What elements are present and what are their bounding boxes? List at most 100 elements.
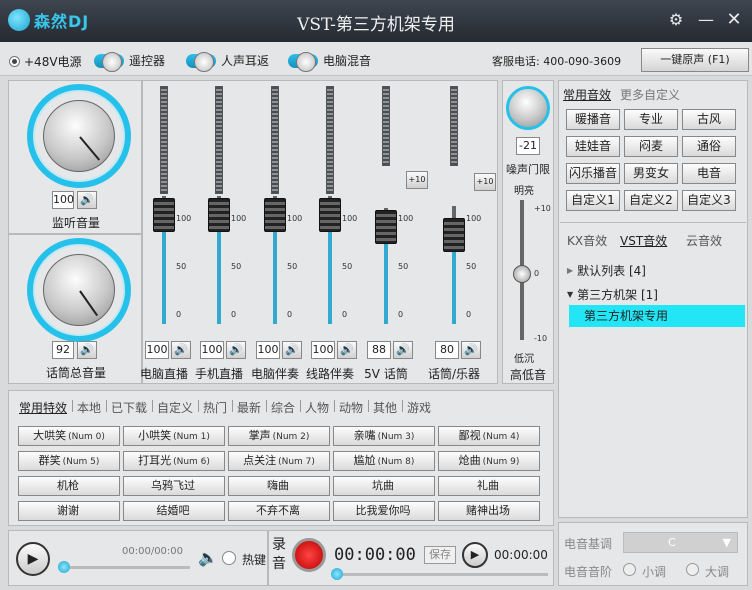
fader-handle[interactable] — [264, 198, 286, 232]
speaker-icon[interactable]: 🔊 — [282, 341, 302, 359]
remote-toggle[interactable]: 遥控器 — [94, 51, 165, 72]
fader-handle[interactable] — [443, 218, 465, 252]
effect-preset-button[interactable]: 自定义2 — [624, 190, 678, 211]
mic-master-knob[interactable] — [27, 238, 131, 342]
save-button[interactable]: 保存 — [424, 546, 456, 564]
sfx-tab[interactable]: 游戏 — [407, 399, 431, 416]
sound-effect-button[interactable]: 结婚吧 — [123, 501, 225, 521]
pc-mix-toggle[interactable]: 电脑混音 — [288, 51, 371, 72]
playback-icon[interactable]: ▶ — [462, 542, 488, 568]
record-progress-handle[interactable] — [331, 568, 343, 580]
tree-item-thirdparty[interactable]: ▼ 第三方机架 [1] — [567, 286, 658, 303]
restore-button[interactable]: 一键原声 (F1) — [641, 48, 749, 72]
sound-effect-button[interactable]: 礼曲 — [438, 476, 540, 496]
fader-handle[interactable] — [319, 198, 341, 232]
effect-preset-button[interactable]: 男变女 — [624, 163, 678, 184]
tab-vst[interactable]: VST音效 — [620, 232, 667, 249]
player-progress[interactable] — [60, 566, 190, 569]
sound-effect-button[interactable]: 群笑 (Num 5) — [18, 451, 120, 471]
channel-value[interactable]: 100 — [256, 341, 280, 359]
fader-handle[interactable] — [153, 198, 175, 232]
tree-item-selected[interactable]: 第三方机架专用 — [569, 305, 745, 327]
sound-effect-button[interactable]: 比我爱你吗 — [333, 501, 435, 521]
fader-handle[interactable] — [208, 198, 230, 232]
monitor-return-toggle[interactable]: 人声耳返 — [186, 51, 269, 72]
sfx-tab[interactable]: 热门 — [203, 399, 227, 416]
eq-handle[interactable] — [513, 265, 531, 283]
sfx-tab[interactable]: 已下载 — [111, 399, 147, 416]
key-base-select[interactable]: C ▼ — [623, 532, 738, 553]
effect-preset-button[interactable]: 暖播音 — [566, 109, 620, 130]
sound-effect-button[interactable]: 谢谢 — [18, 501, 120, 521]
gear-icon[interactable]: ⚙ — [666, 10, 686, 30]
sound-effect-button[interactable]: 亲嘴 (Num 3) — [333, 426, 435, 446]
effect-preset-button[interactable]: 通俗 — [682, 136, 736, 157]
sound-effect-button[interactable]: 鄙视 (Num 4) — [438, 426, 540, 446]
sound-effect-button[interactable]: 大哄笑 (Num 0) — [18, 426, 120, 446]
tree-item-default[interactable]: ▶ 默认列表 [4] — [567, 262, 646, 279]
speaker-icon[interactable]: 🔊 — [77, 191, 97, 209]
speaker-icon[interactable]: 🔊 — [77, 341, 97, 359]
sound-effect-button[interactable]: 坑曲 — [333, 476, 435, 496]
sound-effect-button[interactable]: 打耳光 (Num 6) — [123, 451, 225, 471]
sound-effect-button[interactable]: 机枪 — [18, 476, 120, 496]
progress-handle[interactable] — [58, 561, 70, 573]
speaker-icon[interactable]: 🔊 — [337, 341, 357, 359]
channel-value[interactable]: 80 — [435, 341, 459, 359]
effect-preset-button[interactable]: 自定义3 — [682, 190, 736, 211]
sfx-tab[interactable]: 自定义 — [157, 399, 193, 416]
sound-effect-button[interactable]: 小哄笑 (Num 1) — [123, 426, 225, 446]
close-icon[interactable]: ✕ — [724, 10, 744, 30]
monitor-knob[interactable] — [27, 84, 131, 188]
tab-cloud[interactable]: 云音效 — [686, 232, 722, 249]
effect-preset-button[interactable]: 娃娃音 — [566, 136, 620, 157]
record-progress[interactable] — [336, 573, 548, 576]
sfx-tab[interactable]: 最新 — [237, 399, 261, 416]
sfx-tab[interactable]: 本地 — [77, 399, 101, 416]
speaker-icon[interactable]: 🔊 — [226, 341, 246, 359]
boost-button[interactable]: +10 — [406, 171, 428, 189]
effect-preset-button[interactable]: 古风 — [682, 109, 736, 130]
channel-value[interactable]: 100 — [311, 341, 335, 359]
effect-preset-button[interactable]: 自定义1 — [566, 190, 620, 211]
effect-preset-button[interactable]: 闪乐播音 — [566, 163, 620, 184]
gate-knob[interactable] — [506, 86, 550, 130]
sound-effect-button[interactable]: 点关注 (Num 7) — [228, 451, 330, 471]
tab-common-effects[interactable]: 常用音效 — [563, 86, 611, 103]
sound-effect-button[interactable]: 尴尬 (Num 8) — [333, 451, 435, 471]
speaker-icon[interactable]: 🔊 — [171, 341, 191, 359]
sound-effect-button[interactable]: 炝曲 (Num 9) — [438, 451, 540, 471]
minor-radio[interactable] — [623, 563, 636, 576]
hotkey-radio[interactable] — [222, 551, 236, 565]
sound-effect-button[interactable]: 掌声 (Num 2) — [228, 426, 330, 446]
mic-master-value[interactable]: 92 — [52, 341, 74, 359]
speaker-icon[interactable]: 🔊 — [393, 341, 413, 359]
phantom-power-toggle[interactable]: +48V电源 — [9, 53, 82, 70]
sfx-tab[interactable]: 常用特效 — [19, 399, 67, 416]
effect-preset-button[interactable]: 电音 — [682, 163, 736, 184]
boost-button[interactable]: +10 — [474, 173, 496, 191]
sfx-tab[interactable]: 动物 — [339, 399, 363, 416]
gate-value[interactable]: -21 — [516, 137, 540, 155]
sound-effect-button[interactable]: 乌鸦飞过 — [123, 476, 225, 496]
tab-kx[interactable]: KX音效 — [567, 232, 607, 249]
sfx-tab[interactable]: 其他 — [373, 399, 397, 416]
effect-preset-button[interactable]: 专业 — [624, 109, 678, 130]
sound-effect-button[interactable]: 不弃不离 — [228, 501, 330, 521]
fader-handle[interactable] — [375, 210, 397, 244]
sfx-tab[interactable]: 人物 — [305, 399, 329, 416]
play-icon[interactable]: ▶ — [16, 542, 50, 576]
tab-more-custom[interactable]: 更多自定义 — [620, 86, 680, 103]
channel-value[interactable]: 100 — [200, 341, 224, 359]
channel-value[interactable]: 88 — [367, 341, 391, 359]
major-radio[interactable] — [686, 563, 699, 576]
sound-effect-button[interactable]: 赌神出场 — [438, 501, 540, 521]
minimize-icon[interactable]: — — [696, 10, 716, 30]
monitor-value[interactable]: 100 — [52, 191, 74, 209]
sfx-tab[interactable]: 综合 — [271, 399, 295, 416]
record-button[interactable] — [292, 538, 326, 572]
effect-preset-button[interactable]: 闷麦 — [624, 136, 678, 157]
speaker-icon[interactable]: 🔊 — [461, 341, 481, 359]
volume-icon[interactable]: 🔈 — [198, 548, 218, 567]
channel-value[interactable]: 100 — [145, 341, 169, 359]
